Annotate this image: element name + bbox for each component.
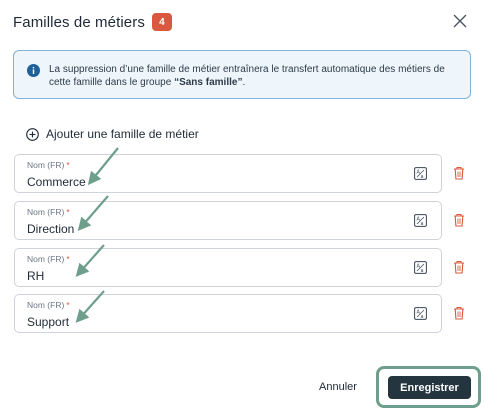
info-banner: La suppression d’une famille de métier e… bbox=[13, 50, 471, 99]
save-button[interactable]: Enregistrer bbox=[388, 376, 471, 399]
dialog-header: Familles de métiers 4 bbox=[13, 12, 172, 32]
translate-icon[interactable]: A a bbox=[414, 307, 427, 320]
save-highlight: Enregistrer bbox=[376, 366, 481, 408]
svg-text:a: a bbox=[421, 174, 424, 180]
family-row: Nom (FR) * Direction A a bbox=[14, 201, 484, 241]
add-family-label: Ajouter une famille de métier bbox=[46, 127, 199, 141]
info-text-bold: “Sans famille” bbox=[174, 77, 243, 88]
field-value[interactable]: Support bbox=[27, 315, 69, 329]
translate-icon[interactable]: A a bbox=[414, 167, 427, 180]
translate-icon[interactable]: A a bbox=[414, 214, 427, 227]
plus-circle-icon bbox=[26, 127, 39, 141]
info-text: La suppression d’une famille de métier e… bbox=[49, 64, 445, 88]
family-row: Nom (FR) * Support A a bbox=[14, 294, 484, 334]
svg-text:a: a bbox=[421, 221, 424, 227]
family-name-field[interactable]: Nom (FR) * Commerce A a bbox=[14, 154, 442, 193]
info-icon bbox=[27, 64, 40, 77]
trash-icon[interactable] bbox=[453, 166, 465, 180]
family-row: Nom (FR) * RH A a bbox=[14, 248, 484, 288]
family-row: Nom (FR) * Commerce A a bbox=[14, 154, 484, 194]
field-label: Nom (FR) * bbox=[27, 160, 70, 170]
close-icon[interactable] bbox=[453, 14, 467, 28]
field-label: Nom (FR) * bbox=[27, 300, 70, 310]
trash-icon[interactable] bbox=[453, 306, 465, 320]
family-name-field[interactable]: Nom (FR) * RH A a bbox=[14, 248, 442, 287]
field-value[interactable]: Commerce bbox=[27, 175, 86, 189]
add-family-button[interactable]: Ajouter une famille de métier bbox=[26, 126, 199, 142]
svg-text:a: a bbox=[421, 314, 424, 320]
field-label: Nom (FR) * bbox=[27, 254, 70, 264]
trash-icon[interactable] bbox=[453, 260, 465, 274]
trash-icon[interactable] bbox=[453, 213, 465, 227]
field-value[interactable]: Direction bbox=[27, 222, 74, 236]
family-name-field[interactable]: Nom (FR) * Support A a bbox=[14, 294, 442, 333]
svg-text:a: a bbox=[421, 268, 424, 274]
field-value[interactable]: RH bbox=[27, 269, 44, 283]
dialog-title: Familles de métiers bbox=[13, 13, 145, 31]
field-label: Nom (FR) * bbox=[27, 207, 70, 217]
family-name-field[interactable]: Nom (FR) * Direction A a bbox=[14, 201, 442, 240]
cancel-button[interactable]: Annuler bbox=[319, 381, 357, 393]
translate-icon[interactable]: A a bbox=[414, 261, 427, 274]
count-badge: 4 bbox=[151, 13, 172, 31]
